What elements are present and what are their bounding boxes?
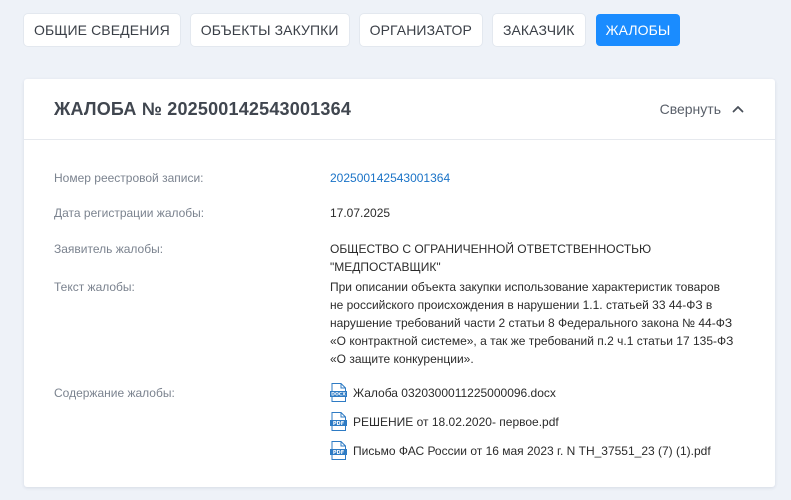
chevron-up-icon bbox=[732, 106, 744, 113]
attachment-item[interactable]: PDF РЕШЕНИЕ от 18.02.2020- первое.pdf bbox=[330, 412, 711, 431]
complaint-text-value: При описании объекта закупки использован… bbox=[330, 278, 750, 368]
attachment-item[interactable]: DOCX Жалоба 0320300011225000096.docx bbox=[330, 383, 711, 402]
svg-text:PDF: PDF bbox=[333, 421, 344, 427]
tab-complaints[interactable]: ЖАЛОБЫ bbox=[595, 14, 681, 46]
collapse-label: Свернуть bbox=[659, 101, 721, 117]
field-complaint-content: Содержание жалобы: DOCX Жалоба 032030001… bbox=[54, 383, 711, 460]
complaint-card-header: ЖАЛОБА № 202500142543001364 Свернуть bbox=[24, 79, 775, 140]
pdf-file-icon: PDF bbox=[330, 441, 347, 460]
complaint-text-line: При описании объекта закупки использован… bbox=[330, 280, 720, 294]
svg-text:DOCX: DOCX bbox=[331, 392, 346, 398]
complaint-text-line: «О контрактной системе», а так же требов… bbox=[330, 334, 734, 348]
tab-customer[interactable]: ЗАКАЗЧИК bbox=[492, 14, 585, 46]
field-label: Дата регистрации жалобы: bbox=[54, 206, 205, 220]
field-complaint-text: Текст жалобы: При описании объекта закуп… bbox=[54, 278, 750, 368]
attachment-name: Письмо ФАС России от 16 мая 2023 г. N ТН… bbox=[353, 443, 711, 458]
field-label: Заявитель жалобы: bbox=[54, 242, 164, 256]
complaint-card: ЖАЛОБА № 202500142543001364 Свернуть Ном… bbox=[24, 79, 775, 487]
registry-number-link[interactable]: 202500142543001364 bbox=[330, 169, 450, 187]
complaint-text-line: не российского происхождения в нарушении… bbox=[330, 298, 713, 312]
attachment-list: DOCX Жалоба 0320300011225000096.docx PDF… bbox=[330, 383, 711, 460]
field-registry-number: Номер реестровой записи: 202500142543001… bbox=[54, 169, 450, 187]
tab-purchase-objects[interactable]: ОБЪЕКТЫ ЗАКУПКИ bbox=[190, 14, 349, 46]
complaint-text-line: «О защите конкуренции». bbox=[330, 352, 474, 366]
field-registration-date: Дата регистрации жалобы: 17.07.2025 bbox=[54, 204, 390, 222]
pdf-file-icon: PDF bbox=[330, 412, 347, 431]
applicant-value: ОБЩЕСТВО С ОГРАНИЧЕННОЙ ОТВЕТСТВЕННОСТЬЮ… bbox=[330, 242, 652, 274]
attachment-name: Жалоба 0320300011225000096.docx bbox=[353, 385, 556, 400]
field-label: Содержание жалобы: bbox=[54, 386, 175, 400]
field-label: Текст жалобы: bbox=[54, 280, 135, 294]
tab-general-info[interactable]: ОБЩИЕ СВЕДЕНИЯ bbox=[24, 14, 180, 46]
field-label: Номер реестровой записи: bbox=[54, 171, 204, 185]
field-applicant: Заявитель жалобы: ОБЩЕСТВО С ОГРАНИЧЕННО… bbox=[54, 240, 755, 276]
tab-bar: ОБЩИЕ СВЕДЕНИЯ ОБЪЕКТЫ ЗАКУПКИ ОРГАНИЗАТ… bbox=[24, 14, 681, 46]
attachment-item[interactable]: PDF Письмо ФАС России от 16 мая 2023 г. … bbox=[330, 441, 711, 460]
tab-organizer[interactable]: ОРГАНИЗАТОР bbox=[359, 14, 482, 46]
svg-text:PDF: PDF bbox=[333, 450, 344, 456]
registration-date-value: 17.07.2025 bbox=[330, 206, 391, 220]
docx-file-icon: DOCX bbox=[330, 383, 347, 402]
complaint-text-line: нарушение требований части 2 статьи 8 Фе… bbox=[330, 316, 733, 330]
attachment-name: РЕШЕНИЕ от 18.02.2020- первое.pdf bbox=[353, 414, 559, 429]
complaint-title: ЖАЛОБА № 202500142543001364 bbox=[54, 98, 352, 119]
collapse-button[interactable]: Свернуть bbox=[660, 101, 745, 117]
